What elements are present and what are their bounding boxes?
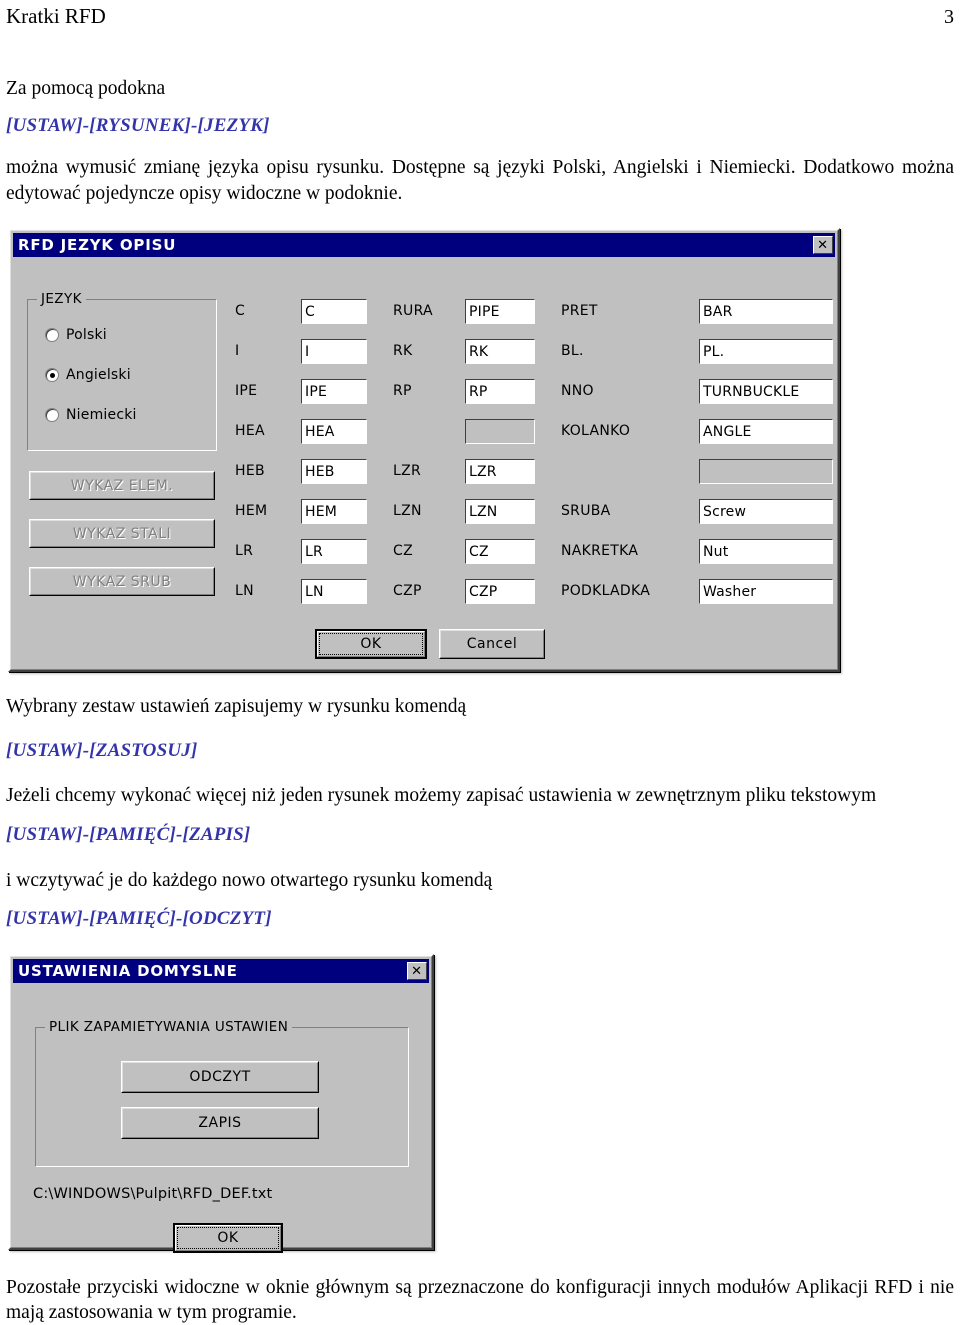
cancel-button[interactable]: Cancel [439,629,545,659]
close-icon[interactable]: ✕ [813,236,833,254]
edit-rura[interactable]: PIPE [465,299,535,324]
dialog1-inner: RFD JEZYK OPISU ✕ JEZYK Polski Angielski [10,230,838,670]
cancel-button-label: Cancel [440,630,544,658]
command-ustaw-pamiec-zapis: [USTAW]-[PAMIĘĆ]-[ZAPIS] [6,824,251,845]
label-podkladka: PODKLADKA [561,583,651,599]
label-sruba: SRUBA [561,503,611,519]
paragraph-1: Za pomocą podokna [6,78,166,99]
edit-ln[interactable]: LN [301,579,367,604]
dialog-ustawienia-domyslne[interactable]: USTAWIENIA DOMYSLNE ✕ PLIK ZAPAMIETYWANI… [8,954,434,1253]
paragraph-3: Wybrany zestaw ustawień zapisujemy w rys… [6,696,467,717]
label-heb: HEB [235,463,265,479]
wykaz-srub-label: WYKAZ SRUB [30,568,214,595]
edit-lzr[interactable]: LZR [465,459,535,484]
label-lzn: LZN [393,503,422,519]
edit-cz[interactable]: CZ [465,539,535,564]
page-header: Kratki RFD 3 [6,4,954,29]
edit-c[interactable]: C [301,299,367,324]
label-hea: HEA [235,423,265,439]
command-ustaw-pamiec-odczyt: [USTAW]-[PAMIĘĆ]-[ODCZYT] [6,908,272,929]
dialog-rfd-jezyk-opisu[interactable]: RFD JEZYK OPISU ✕ JEZYK Polski Angielski [8,228,840,672]
label-nakretka: NAKRETKA [561,543,639,559]
radio-icon [45,328,59,342]
ok-button-label: OK [317,631,425,657]
label-cz: CZ [393,543,413,559]
radio-polski[interactable]: Polski [45,327,107,343]
dialog1-titlebar[interactable]: RFD JEZYK OPISU ✕ [13,233,835,257]
edit-hem[interactable]: HEM [301,499,367,524]
edit-rk[interactable]: RK [465,339,535,364]
edit-nakretka[interactable]: Nut [699,539,833,564]
command-ustaw-rysunek-jezyk: [USTAW]-[RYSUNEK]-[JEZYK] [6,115,270,136]
edit-rp[interactable]: RP [465,379,535,404]
page-number: 3 [944,6,954,28]
odczyt-button[interactable]: ODCZYT [121,1061,319,1093]
edit-i[interactable]: I [301,339,367,364]
edit-sruba[interactable]: Screw [699,499,833,524]
edit-pret[interactable]: BAR [699,299,833,324]
ok-button[interactable]: OK [173,1223,283,1253]
paragraph-4: Jeżeli chcemy wykonać więcej niż jeden r… [6,785,877,806]
radio-icon-selected [45,368,59,382]
label-rp: RP [393,383,412,399]
label-i: I [235,343,240,359]
radio-icon [45,408,59,422]
radio-angielski[interactable]: Angielski [45,367,131,383]
edit-blank-col3[interactable] [699,459,833,484]
zapis-button-label: ZAPIS [122,1108,318,1138]
label-rk: RK [393,343,413,359]
wykaz-stali-button[interactable]: WYKAZ STALI [29,519,215,548]
paragraph-2: można wymusić zmianę języka opisu rysunk… [6,157,954,204]
wykaz-elem-button[interactable]: WYKAZ ELEM. [29,471,215,500]
edit-blank-col2[interactable] [465,419,535,444]
wykaz-stali-label: WYKAZ STALI [30,520,214,547]
dialog1-title: RFD JEZYK OPISU [18,236,177,254]
paragraph-5: i wczytywać je do każdego nowo otwartego… [6,870,493,891]
header-title: Kratki RFD [6,4,106,28]
radio-angielski-label: Angielski [66,367,131,383]
label-ln: LN [235,583,254,599]
settings-file-groupbox-title: PLIK ZAPAMIETYWANIA USTAWIEN [45,1019,293,1035]
edit-lr[interactable]: LR [301,539,367,564]
dialog2-title: USTAWIENIA DOMYSLNE [18,962,238,980]
ok-button[interactable]: OK [315,629,427,659]
radio-polski-label: Polski [66,327,107,343]
zapis-button[interactable]: ZAPIS [121,1107,319,1139]
dialog2-titlebar[interactable]: USTAWIENIA DOMYSLNE ✕ [13,959,429,983]
radio-niemiecki[interactable]: Niemiecki [45,407,137,423]
wykaz-srub-button[interactable]: WYKAZ SRUB [29,567,215,596]
edit-hea[interactable]: HEA [301,419,367,444]
odczyt-button-label: ODCZYT [122,1062,318,1092]
wykaz-elem-label: WYKAZ ELEM. [30,472,214,499]
label-hem: HEM [235,503,268,519]
paragraph-6: Pozostałe przyciski widoczne w oknie głó… [6,1277,954,1323]
label-lr: LR [235,543,254,559]
label-kolanko: KOLANKO [561,423,631,439]
label-lzr: LZR [393,463,422,479]
edit-ipe[interactable]: IPE [301,379,367,404]
settings-file-path: C:\WINDOWS\Pulpit\RFD_DEF.txt [33,1186,273,1202]
edit-heb[interactable]: HEB [301,459,367,484]
settings-file-groupbox: PLIK ZAPAMIETYWANIA USTAWIEN [35,1019,409,1167]
edit-lzn[interactable]: LZN [465,499,535,524]
command-ustaw-zastosuj: [USTAW]-[ZASTOSUJ] [6,740,198,761]
radio-niemiecki-label: Niemiecki [66,407,137,423]
label-c: C [235,303,246,319]
edit-nno[interactable]: TURNBUCKLE [699,379,833,404]
edit-bl[interactable]: PL. [699,339,833,364]
ok-button-label: OK [175,1225,281,1251]
edit-podkladka[interactable]: Washer [699,579,833,604]
close-icon[interactable]: ✕ [407,962,427,980]
dialog2-inner: USTAWIENIA DOMYSLNE ✕ PLIK ZAPAMIETYWANI… [10,956,432,1253]
edit-kolanko[interactable]: ANGLE [699,419,833,444]
label-czp: CZP [393,583,422,599]
label-pret: PRET [561,303,598,319]
edit-czp[interactable]: CZP [465,579,535,604]
label-nno: NNO [561,383,594,399]
label-ipe: IPE [235,383,258,399]
label-bl: BL. [561,343,584,359]
label-rura: RURA [393,303,433,319]
language-groupbox-title: JEZYK [37,291,86,307]
